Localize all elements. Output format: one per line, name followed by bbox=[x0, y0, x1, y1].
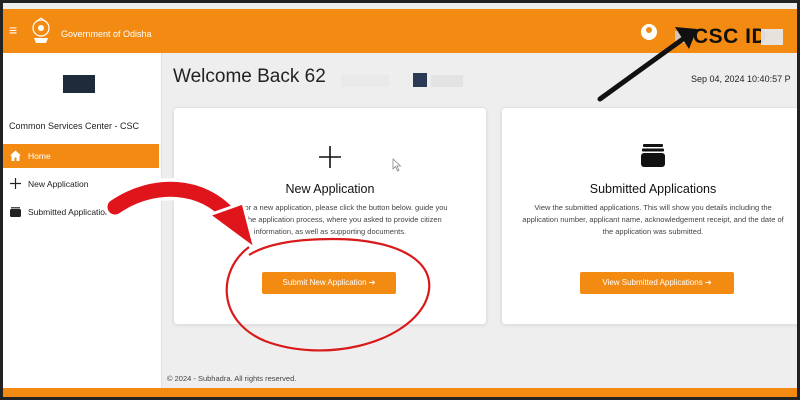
footer-copyright: © 2024 - Subhadra. All rights reserved. bbox=[167, 374, 297, 383]
mouse-cursor-icon bbox=[392, 158, 402, 172]
screen-frame: ≡ Government of Odisha CSC ID Common Ser… bbox=[0, 0, 800, 400]
button-label: Submit New Application bbox=[282, 278, 367, 287]
redaction-blur bbox=[431, 75, 463, 87]
sidebar-item-label: Home bbox=[28, 151, 51, 161]
sidebar-item-new-application[interactable]: New Application bbox=[3, 172, 159, 196]
odisha-emblem-icon bbox=[32, 17, 50, 43]
button-label: View Submitted Applications bbox=[602, 278, 703, 287]
sidebar-item-home[interactable]: Home bbox=[3, 144, 159, 168]
header-title: Government of Odisha bbox=[61, 29, 152, 39]
sidebar-item-label: Submitted Applications bbox=[28, 207, 114, 217]
sidebar-item-submitted-applications[interactable]: Submitted Applications bbox=[3, 200, 159, 224]
csc-id-label: CSC ID bbox=[693, 25, 768, 48]
plus-icon bbox=[319, 146, 341, 168]
plus-icon bbox=[10, 178, 21, 189]
user-circle-icon[interactable] bbox=[641, 24, 657, 40]
bottom-orange-strip bbox=[3, 388, 797, 397]
redaction-blur bbox=[341, 75, 389, 87]
new-application-card: New Application To apply for a new appli… bbox=[173, 107, 487, 325]
card-title: Submitted Applications bbox=[589, 182, 717, 196]
arrow-right-icon: ➔ bbox=[704, 278, 712, 287]
sidebar-item-label: New Application bbox=[28, 179, 89, 189]
sidebar-logo bbox=[63, 75, 95, 93]
sidebar: Common Services Center - CSC Home New Ap… bbox=[3, 53, 162, 388]
view-submitted-applications-button[interactable]: View Submitted Applications ➔ bbox=[580, 272, 734, 294]
card-title: New Application bbox=[285, 182, 375, 196]
card-description: To apply for a new application, please c… bbox=[212, 203, 448, 236]
welcome-heading: Welcome Back 62 bbox=[173, 66, 326, 87]
hamburger-icon[interactable]: ≡ bbox=[9, 23, 17, 37]
main-content: Welcome Back 62 Sep 04, 2024 10:40:57 P … bbox=[161, 53, 797, 388]
submitted-applications-card: Submitted Applications View the submitte… bbox=[501, 107, 797, 325]
redaction-blur bbox=[675, 31, 691, 43]
redaction-block bbox=[413, 73, 427, 87]
top-navbar: ≡ Government of Odisha CSC ID bbox=[3, 9, 797, 53]
current-datetime: Sep 04, 2024 10:40:57 P bbox=[691, 74, 791, 84]
submit-new-application-button[interactable]: Submit New Application ➔ bbox=[262, 272, 396, 294]
card-description: View the submitted applications. This wi… bbox=[522, 203, 784, 236]
redaction-blur bbox=[761, 29, 783, 45]
stack-icon bbox=[641, 144, 665, 167]
arrow-right-icon: ➔ bbox=[368, 278, 376, 287]
sidebar-org-name: Common Services Center - CSC bbox=[9, 121, 140, 131]
stack-icon bbox=[10, 207, 21, 217]
home-icon bbox=[10, 150, 21, 161]
